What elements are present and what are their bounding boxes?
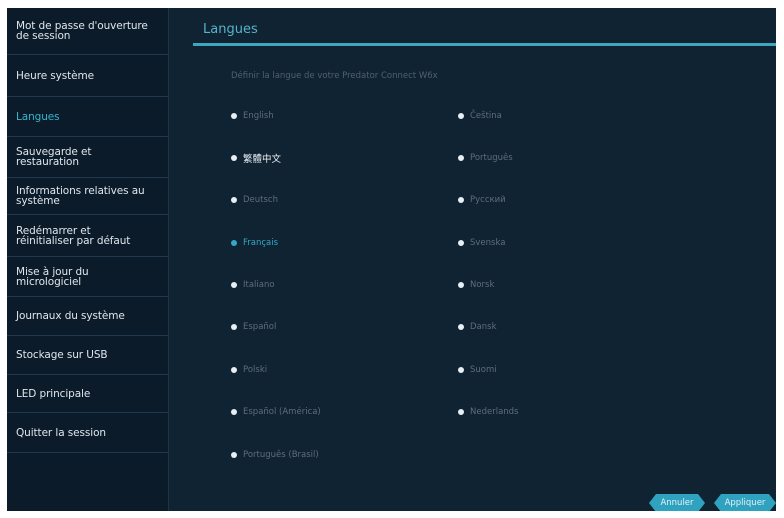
- radio-dot-icon: [458, 155, 464, 161]
- language-option-svenska[interactable]: Svenska: [458, 236, 505, 250]
- radio-dot-icon: [458, 409, 464, 415]
- language-option-dansk[interactable]: Dansk: [458, 320, 497, 334]
- sidebar-item-label: Informations relatives au système: [16, 185, 145, 207]
- language-label: Português: [470, 153, 513, 163]
- radio-dot-icon: [458, 113, 464, 119]
- language-option-russian[interactable]: Русский: [458, 193, 506, 207]
- language-option-italiano[interactable]: Italiano: [231, 278, 275, 292]
- radio-dot-icon: [458, 240, 464, 246]
- language-label: Italiano: [243, 280, 275, 290]
- apply-button[interactable]: Appliquer: [714, 494, 776, 511]
- radio-dot-icon: [458, 197, 464, 203]
- cancel-button[interactable]: Annuler: [649, 494, 705, 511]
- sidebar-item-label: Journaux du système: [16, 310, 125, 322]
- language-label: 繁體中文: [243, 154, 282, 165]
- language-label: English: [243, 111, 274, 121]
- title-divider: [193, 43, 776, 46]
- language-label: Español (América): [243, 407, 321, 417]
- sidebar-item-system-time[interactable]: Heure système: [7, 55, 168, 97]
- language-option-cestina[interactable]: Čeština: [458, 109, 502, 123]
- sidebar-item-label: Mot de passe d'ouverture de session: [16, 20, 148, 42]
- radio-dot-icon: [231, 113, 237, 119]
- sidebar-item-label: Stockage sur USB: [16, 349, 108, 361]
- language-option-english[interactable]: English: [231, 109, 274, 123]
- radio-dot-icon: [231, 324, 237, 330]
- sidebar-item-label: Quitter la session: [16, 426, 106, 439]
- sidebar-item-label: Langues: [16, 110, 60, 123]
- language-label: Suomi: [470, 365, 497, 375]
- language-option-espanol-america[interactable]: Español (América): [231, 405, 321, 419]
- language-option-traditional-chinese[interactable]: 繁體中文: [231, 151, 281, 165]
- language-option-suomi[interactable]: Suomi: [458, 363, 497, 377]
- language-option-francais[interactable]: Français: [231, 236, 278, 250]
- sidebar-item-usb-storage[interactable]: Stockage sur USB: [7, 336, 168, 375]
- radio-dot-icon: [231, 240, 237, 246]
- router-admin-window: Mot de passe d'ouverture de session Heure…: [7, 8, 776, 511]
- language-label: Dansk: [470, 322, 497, 332]
- language-option-portugues-brasil[interactable]: Português (Brasil): [231, 448, 319, 462]
- sidebar-item-logout[interactable]: Quitter la session: [7, 413, 168, 453]
- language-option-norsk[interactable]: Norsk: [458, 278, 494, 292]
- radio-dot-icon: [231, 367, 237, 373]
- languages-panel: Langues Définir la langue de votre Preda…: [169, 8, 776, 511]
- radio-dot-icon: [458, 324, 464, 330]
- sidebar-item-system-info[interactable]: Informations relatives au système: [7, 178, 168, 215]
- language-label: Русский: [470, 195, 506, 205]
- language-option-polski[interactable]: Polski: [231, 363, 267, 377]
- language-label: Nederlands: [470, 407, 519, 417]
- language-label: Čeština: [470, 111, 502, 121]
- language-option-deutsch[interactable]: Deutsch: [231, 193, 278, 207]
- sidebar-item-label: Sauvegarde et restauration: [16, 146, 92, 168]
- language-label: Deutsch: [243, 195, 278, 205]
- sidebar-item-label: Heure système: [16, 69, 95, 82]
- language-label: Français: [243, 238, 279, 248]
- radio-dot-icon: [231, 409, 237, 415]
- sidebar-item-languages[interactable]: Langues: [7, 97, 168, 137]
- sidebar-item-system-logs[interactable]: Journaux du système: [7, 297, 168, 336]
- sidebar-item-reboot-reset[interactable]: Redémarrer et réinitialiser par défaut: [7, 215, 168, 257]
- sidebar-item-firmware-update[interactable]: Mise à jour du micrologiciel: [7, 257, 168, 297]
- radio-dot-icon: [231, 155, 237, 161]
- language-label: Svenska: [470, 238, 506, 248]
- language-option-espanol[interactable]: Español: [231, 320, 276, 334]
- sidebar-item-main-led[interactable]: LED principale: [7, 375, 168, 413]
- language-option-portugues[interactable]: Português: [458, 151, 513, 165]
- radio-dot-icon: [231, 452, 237, 458]
- language-label: Español: [243, 322, 277, 332]
- radio-dot-icon: [231, 197, 237, 203]
- sidebar: Mot de passe d'ouverture de session Heure…: [7, 8, 169, 511]
- page-subtitle: Définir la langue de votre Predator Conn…: [231, 71, 438, 81]
- sidebar-item-label: Mise à jour du micrologiciel: [16, 265, 89, 288]
- sidebar-item-backup-restore[interactable]: Sauvegarde et restauration: [7, 137, 168, 178]
- language-label: Polski: [243, 365, 268, 375]
- language-label: Português (Brasil): [243, 450, 319, 460]
- language-label: Norsk: [470, 280, 495, 290]
- radio-dot-icon: [458, 367, 464, 373]
- radio-dot-icon: [231, 282, 237, 288]
- sidebar-item-login-password[interactable]: Mot de passe d'ouverture de session: [7, 8, 168, 55]
- page-title: Langues: [203, 22, 258, 37]
- sidebar-item-label: Redémarrer et réinitialiser par défaut: [16, 224, 131, 247]
- sidebar-item-label: LED principale: [16, 387, 91, 400]
- radio-dot-icon: [458, 282, 464, 288]
- language-option-nederlands[interactable]: Nederlands: [458, 405, 519, 419]
